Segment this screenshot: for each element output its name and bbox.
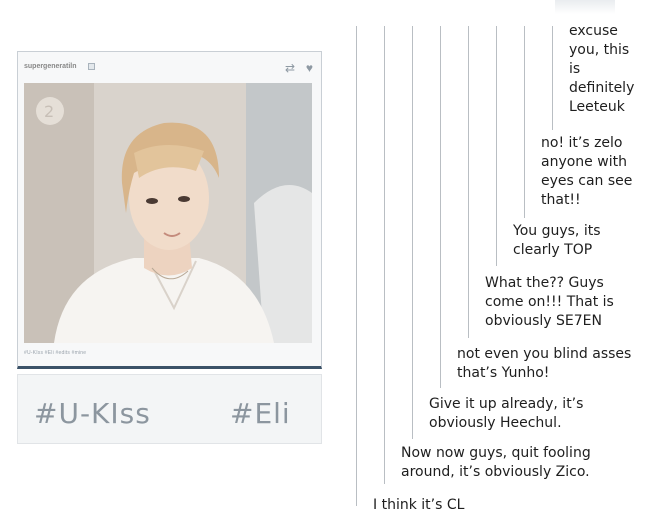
thread-top-fade bbox=[555, 0, 615, 14]
thread-guide-line bbox=[552, 26, 553, 130]
reply-zico: Now now guys, quit fooling around, it’s … bbox=[401, 445, 591, 480]
thread-guide-line bbox=[412, 26, 413, 439]
thread-guide-line bbox=[356, 26, 357, 506]
reply-leeteuk: excuse you, this is definitely Leeteuk bbox=[569, 23, 635, 115]
reply-se7en: What the?? Guys come on!!! That is obvio… bbox=[485, 275, 614, 329]
comment-thread: excuse you, this is definitely Leeteuk n… bbox=[0, 0, 657, 525]
thread-guide-line bbox=[384, 26, 385, 484]
reply-top: You guys, its clearly TOP bbox=[513, 223, 601, 258]
reply-zelo: no! it’s zelo anyone with eyes can see t… bbox=[541, 135, 633, 208]
thread-guide-line bbox=[524, 26, 525, 218]
thread-guide-line bbox=[496, 26, 497, 266]
reply-heechul: Give it up already, it’s obviously Heech… bbox=[429, 396, 584, 431]
thread-guide-line bbox=[468, 26, 469, 338]
reply-yunho: not even you blind asses that’s Yunho! bbox=[457, 346, 632, 381]
reply-cl: I think it’s CL bbox=[373, 497, 465, 513]
thread-guide-line bbox=[440, 26, 441, 388]
